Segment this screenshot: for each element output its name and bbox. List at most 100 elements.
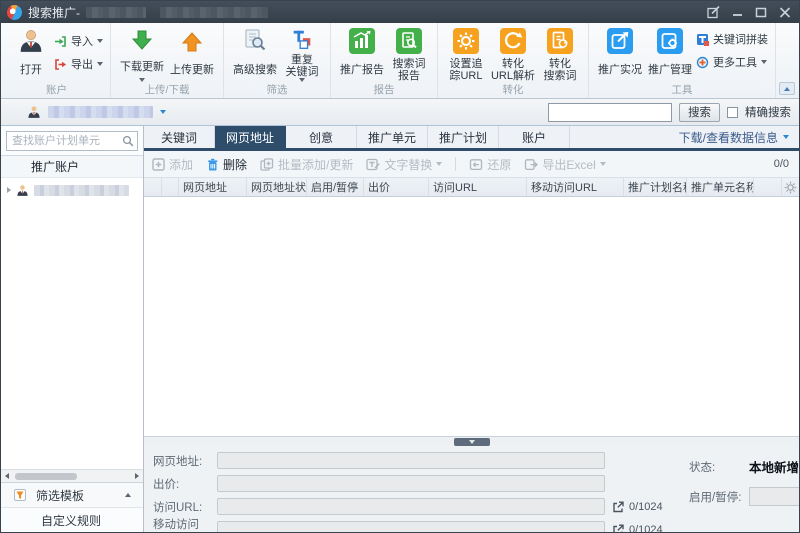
promotion-manage-button[interactable]: 推广管理 xyxy=(646,26,694,84)
tree-empty-area xyxy=(1,202,143,469)
window-title: 搜索推广- xyxy=(28,4,80,21)
download-update-button[interactable]: 下载更新 xyxy=(118,26,166,84)
promotion-live-button[interactable]: 推广实况 xyxy=(596,26,644,84)
conversion-search-term-button[interactable]: 转化 搜索词 xyxy=(539,26,581,84)
status-label: 状态: xyxy=(689,459,749,475)
search-button[interactable]: 搜索 xyxy=(679,103,720,122)
gear-tile-icon xyxy=(453,28,479,54)
visit-url-counter: 0/1024 xyxy=(629,501,663,513)
feedback-edit-button[interactable] xyxy=(707,6,720,19)
chevron-down-icon xyxy=(783,135,789,139)
table-body-empty xyxy=(144,197,799,436)
more-tools-button[interactable]: 更多工具 xyxy=(696,54,768,70)
bid-field-label: 出价: xyxy=(153,476,217,492)
keyword-assembly-button[interactable]: 关键词拼装 xyxy=(696,31,768,47)
column-header-url-status[interactable]: 网页地址状态 xyxy=(247,178,307,196)
tab-keywords[interactable]: 关键词 xyxy=(144,126,215,148)
column-header-enable-pause[interactable]: 启用/暂停 xyxy=(307,178,364,196)
open-mobile-url-button[interactable] xyxy=(612,524,624,533)
user-icon xyxy=(27,105,41,119)
column-header-campaign-name[interactable]: 推广计划名称 xyxy=(624,178,687,196)
tab-webpage-url[interactable]: 网页地址 xyxy=(215,126,286,148)
account-tree-item[interactable] xyxy=(1,178,143,202)
bid-field xyxy=(217,475,605,492)
exact-search-label: 精确搜索 xyxy=(745,104,791,120)
open-visit-url-button[interactable] xyxy=(612,501,624,513)
minimize-button[interactable] xyxy=(732,6,743,19)
visit-url-field-label: 访问URL: xyxy=(153,499,217,515)
gear-icon xyxy=(784,181,797,194)
conversion-url-parse-button[interactable]: 转化 URL解析 xyxy=(489,26,537,84)
collapse-up-icon[interactable] xyxy=(125,493,131,497)
maximize-button[interactable] xyxy=(755,6,767,19)
scrollbar-thumb[interactable] xyxy=(15,473,77,480)
open-account-button[interactable]: 打开 xyxy=(10,26,52,84)
expand-arrow-icon[interactable] xyxy=(7,187,11,193)
close-button[interactable] xyxy=(779,6,791,19)
redacted-account-name xyxy=(34,185,129,196)
bar-chart-icon xyxy=(349,28,375,54)
add-icon xyxy=(152,158,165,171)
advanced-search-button[interactable]: 高级搜索 xyxy=(231,26,279,84)
enable-pause-label: 启用/暂停: xyxy=(689,489,749,505)
column-settings-button[interactable] xyxy=(781,178,799,196)
ribbon-collapse-button[interactable] xyxy=(779,82,795,95)
import-button[interactable]: 导入 xyxy=(54,33,103,49)
column-header-bid[interactable]: 出价 xyxy=(364,178,429,196)
account-tree-search-input[interactable] xyxy=(6,131,138,151)
plus-circle-icon xyxy=(696,56,709,69)
exact-search-checkbox[interactable] xyxy=(727,107,738,118)
tab-ad-groups[interactable]: 推广单元 xyxy=(357,126,428,148)
set-tracking-url-button[interactable]: 设置追 踪URL xyxy=(445,26,487,84)
delete-button[interactable]: 删除 xyxy=(206,156,247,173)
search-input[interactable] xyxy=(548,103,672,122)
duplicate-keyword-icon xyxy=(289,28,315,52)
ribbon-group-report: 推广报告 搜索词 报告 报告 xyxy=(331,23,438,98)
collapse-panel-button[interactable] xyxy=(454,438,490,446)
ribbon-group-account: 打开 导入 导出 账户 xyxy=(3,23,111,98)
visit-url-field xyxy=(217,498,605,515)
upload-update-button[interactable]: 上传更新 xyxy=(168,26,216,84)
chevron-up-icon xyxy=(784,87,790,91)
download-view-data-link[interactable]: 下载/查看数据信息 xyxy=(679,126,799,148)
redacted-account-name xyxy=(48,106,153,118)
panel-splitter[interactable] xyxy=(144,436,799,446)
ribbon-group-updown: 下载更新 上传更新 上传/下载 xyxy=(111,23,224,98)
account-search-row: 搜索 精确搜索 xyxy=(1,99,799,126)
column-header-mobile-url[interactable]: 移动访问URL xyxy=(527,178,624,196)
horizontal-scrollbar[interactable] xyxy=(1,469,143,482)
text-replace-button: 文字替换 xyxy=(366,156,442,173)
upload-arrow-icon xyxy=(179,28,205,54)
tab-account[interactable]: 账户 xyxy=(499,126,570,148)
user-icon xyxy=(18,28,44,54)
scroll-right-icon[interactable] xyxy=(135,473,139,479)
ribbon-group-conversion: 设置追 踪URL 转化 URL解析 转化 搜索词 转化 xyxy=(438,23,589,98)
chevron-down-icon xyxy=(97,62,103,66)
toolbar-divider xyxy=(455,157,456,171)
export-button[interactable]: 导出 xyxy=(54,56,103,72)
chevron-down-icon xyxy=(97,39,103,43)
search-icon xyxy=(122,135,134,147)
search-term-report-button[interactable]: 搜索词 报告 xyxy=(388,26,430,84)
column-header-visit-url[interactable]: 访问URL xyxy=(429,178,527,196)
chevron-down-icon xyxy=(600,162,606,166)
selection-counter: 0/0 xyxy=(774,158,789,170)
column-header-url[interactable]: 网页地址 xyxy=(179,178,247,196)
url-field xyxy=(217,452,605,469)
sidebar-item-custom-rules[interactable]: 自定义规则 xyxy=(1,507,143,532)
column-header-adgroup-name[interactable]: 推广单元名称 xyxy=(687,178,754,196)
url-field-label: 网页地址: xyxy=(153,453,217,469)
duplicate-keywords-button[interactable]: 重复 关键词 xyxy=(281,26,323,84)
restore-icon xyxy=(469,158,483,171)
scroll-left-icon[interactable] xyxy=(5,473,9,479)
sidebar-item-filter-template[interactable]: 筛选模板 xyxy=(1,482,143,507)
title-bar: 搜索推广- xyxy=(1,1,799,23)
tab-campaigns[interactable]: 推广计划 xyxy=(428,126,499,148)
tab-creatives[interactable]: 创意 xyxy=(286,126,357,148)
promotion-report-button[interactable]: 推广报告 xyxy=(338,26,386,84)
refresh-tile-icon xyxy=(500,28,526,54)
ribbon-group-tools: 推广实况 推广管理 关键词拼装 更多工具 工具 xyxy=(589,23,776,98)
account-dropdown-icon[interactable] xyxy=(160,110,166,114)
sidebar: 推广账户 筛选模板 自定义规则 xyxy=(1,126,144,532)
export-excel-icon xyxy=(524,158,538,171)
